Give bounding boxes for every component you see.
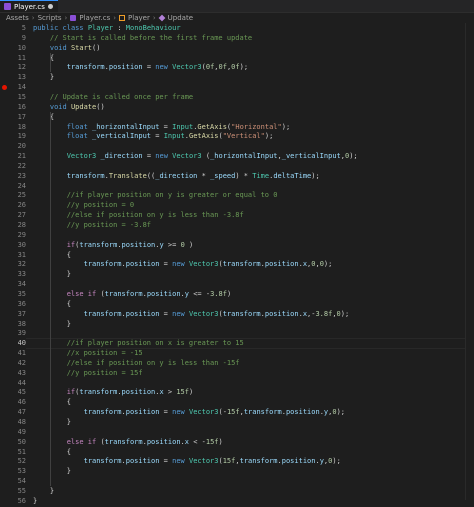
breadcrumb-method[interactable]: Update (168, 14, 193, 22)
indent-guide (49, 52, 51, 73)
indent-guide (49, 111, 51, 486)
code-text[interactable]: } (33, 496, 37, 507)
unsaved-dot-icon[interactable] (48, 4, 53, 9)
line-number[interactable]: 56 (0, 496, 26, 507)
editor-scrollbar[interactable] (465, 23, 474, 500)
tab-player-cs[interactable]: Player.cs (0, 0, 58, 12)
chevron-right-icon: › (152, 14, 156, 22)
class-icon (119, 15, 126, 21)
method-icon (158, 14, 166, 22)
csharp-file-icon (4, 3, 11, 10)
tab-label: Player.cs (14, 2, 45, 11)
code-editor[interactable]: 5 public class Player : MonoBehaviour 9 //… (0, 23, 474, 505)
breadcrumb-assets[interactable]: Assets (6, 14, 29, 22)
breadcrumb-scripts[interactable]: Scripts (38, 14, 62, 22)
chevron-right-icon: › (31, 14, 35, 22)
chevron-right-icon: › (113, 14, 117, 22)
breadcrumb-class[interactable]: Player (128, 14, 150, 22)
chevron-right-icon: › (64, 14, 68, 22)
csharp-file-icon (70, 15, 77, 21)
breadcrumb-file[interactable]: Player.cs (79, 14, 110, 22)
code-line[interactable]: 56} (0, 496, 474, 507)
breadcrumb: Assets › Scripts › Player.cs › Player › … (0, 13, 474, 23)
editor-tab-bar: Player.cs (0, 0, 474, 13)
